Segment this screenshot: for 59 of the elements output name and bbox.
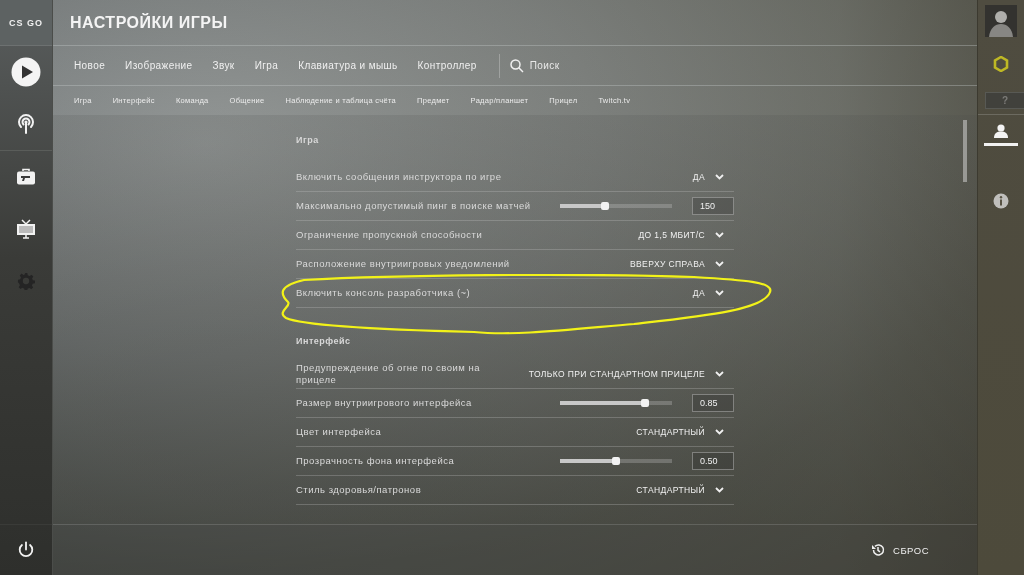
search-button[interactable]: Поиск: [509, 58, 560, 73]
slider-track[interactable]: [560, 204, 672, 208]
tv-icon[interactable]: [16, 219, 36, 239]
chevron-icon: [715, 174, 724, 180]
slider-track[interactable]: [560, 459, 672, 463]
chevron-icon: [715, 429, 724, 435]
settings-tab[interactable]: Новое: [74, 60, 106, 71]
scrollbar[interactable]: [963, 120, 967, 182]
dropdown[interactable]: СТАНДАРТНЫЙ: [636, 485, 734, 495]
setting-label: Максимально допустимый пинг в поиске матчей: [296, 200, 532, 212]
setting-label: Цвет интерфейса: [296, 426, 383, 438]
value-field[interactable]: 0.85: [692, 394, 734, 412]
power-icon[interactable]: [17, 541, 35, 559]
setting-label: Предупреждение об огне по своим на прицеле: [296, 362, 482, 386]
setting-label: Стиль здоровья/патронов: [296, 484, 423, 496]
game-logo: CS GO: [0, 0, 52, 46]
antenna-icon[interactable]: [16, 114, 36, 134]
dropdown[interactable]: ДА: [692, 172, 734, 182]
chevron-icon: [715, 371, 724, 377]
settings-tab[interactable]: Контроллер: [417, 60, 477, 71]
value-field[interactable]: 150: [692, 197, 734, 215]
chevron-icon: [715, 487, 724, 493]
briefcase-icon[interactable]: [16, 168, 36, 186]
history-icon: [871, 543, 885, 557]
search-icon: [509, 58, 524, 73]
setting-label: Ограничение пропускной способности: [296, 229, 484, 241]
settings-tab[interactable]: Клавиатура и мышь: [298, 60, 398, 71]
section-title: Игра: [296, 135, 320, 147]
dropdown[interactable]: СТАНДАРТНЫЙ: [636, 427, 734, 437]
rank-badge[interactable]: ?: [985, 91, 1024, 109]
setting-label: Включить консоль разработчика (~): [296, 287, 472, 299]
reset-button[interactable]: СБРОС: [867, 539, 933, 561]
chevron-icon: [715, 232, 724, 238]
chevron-icon: [715, 261, 724, 267]
play-icon[interactable]: [11, 57, 41, 87]
setting-label: Размер внутриигрового интерфейса: [296, 397, 473, 409]
settings-tab[interactable]: Игра: [254, 60, 279, 71]
setting-label: Включить сообщения инструктора по игре: [296, 171, 503, 183]
page-title: НАСТРОЙКИ ИГРЫ: [70, 13, 228, 32]
chevron-icon: [715, 290, 724, 296]
slider-track[interactable]: [560, 401, 672, 405]
setting-label: Прозрачность фона интерфейса: [296, 455, 456, 467]
value-field[interactable]: 0.50: [692, 452, 734, 470]
person-icon[interactable]: [993, 124, 1009, 138]
slider-thumb[interactable]: [641, 399, 650, 407]
slider-thumb[interactable]: [612, 457, 620, 465]
setting-label: Расположение внутриигровых уведомлений: [296, 258, 511, 270]
dropdown[interactable]: ДА: [692, 288, 734, 298]
hexagon-icon[interactable]: [993, 56, 1009, 72]
section-title: Интерфейс: [296, 335, 352, 348]
selection-underline: [984, 143, 1018, 146]
info-icon[interactable]: [993, 193, 1009, 209]
settings-tab[interactable]: Звук: [212, 60, 235, 71]
dropdown[interactable]: ТОЛЬКО ПРИ СТАНДАРТНОМ ПРИЦЕЛЕ: [528, 369, 734, 379]
settings-tab[interactable]: Изображение: [125, 60, 193, 71]
slider-thumb[interactable]: [600, 202, 609, 210]
dropdown[interactable]: ДО 1,5 МБИТ/С: [638, 230, 734, 240]
avatar-icon[interactable]: [985, 5, 1017, 37]
dropdown[interactable]: ВВЕРХУ СПРАВА: [630, 259, 734, 269]
